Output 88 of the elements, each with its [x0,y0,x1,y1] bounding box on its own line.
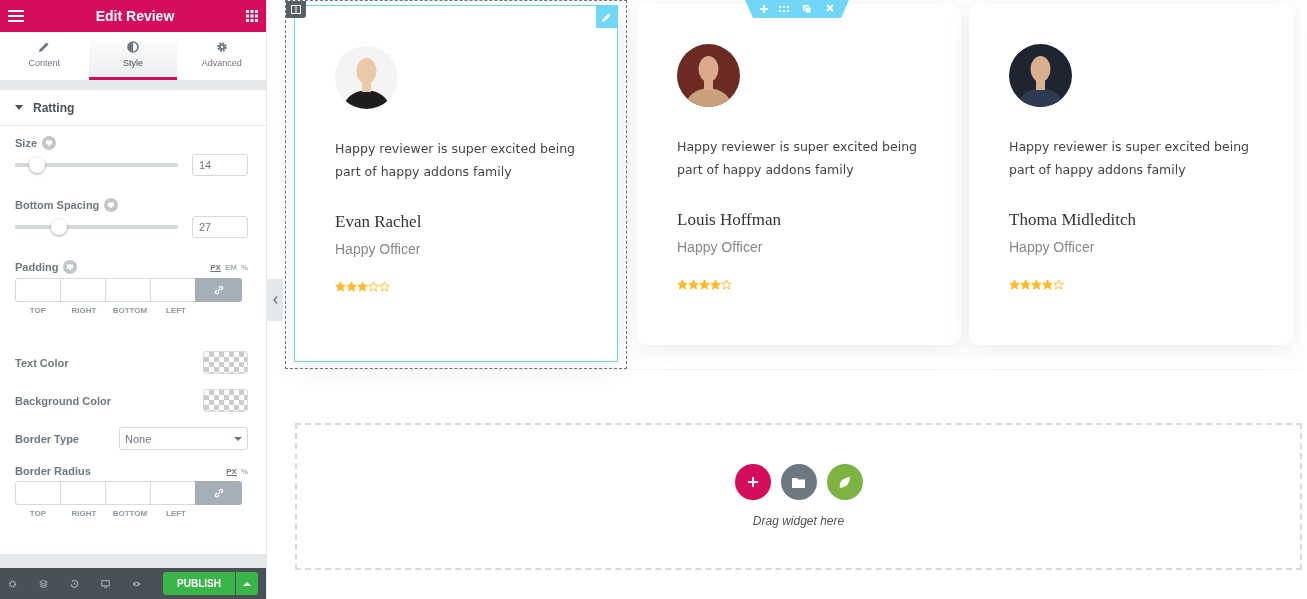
dimension-field[interactable] [105,278,151,302]
filled-star-icon [677,279,688,290]
dimension-field[interactable] [15,481,61,505]
color-swatch[interactable] [203,351,248,374]
filled-star-icon [688,279,699,290]
caret-icon [234,436,242,441]
drop-hint: Drag widget here [752,514,845,529]
chevron-left-icon [272,295,278,304]
filled-star-icon [1009,279,1020,290]
dimension-field[interactable] [105,481,151,505]
link-button[interactable] [195,278,242,302]
link-button[interactable] [195,481,242,505]
review-text: Happy reviewer is super excited being part of happy addons family [677,138,919,179]
empty-star-icon [379,281,390,292]
number-field[interactable]: 14 [192,154,248,176]
filled-star-icon [1042,279,1053,290]
slider-thumb[interactable] [51,219,67,235]
review-text: Happy reviewer is super excited being part of happy addons family [1009,138,1251,179]
gear-icon [215,41,228,53]
control-label: Text Color [15,356,69,369]
filled-star-icon [699,279,710,290]
filled-star-icon [1031,279,1042,290]
dimension-field[interactable] [60,481,106,505]
plus-icon [746,476,759,489]
side-label: BOTTOM [111,509,149,518]
filled-star-icon [346,281,357,292]
side-label: LEFT [165,306,187,315]
control-label: Border Type [15,432,79,445]
control-label: Size [15,137,37,149]
color-swatch[interactable] [203,389,248,412]
reviewer-role: Happy Officer [335,241,422,257]
link-icon [213,488,224,498]
leaf-icon [838,476,851,489]
desktop-icon[interactable] [104,198,119,212]
folder-icon [792,477,805,488]
filled-star-icon [357,281,368,292]
unit-option[interactable]: PX [226,466,237,476]
template-library-button[interactable] [780,464,817,501]
reviewer-name: Thoma Midleditch [1009,210,1137,230]
edit-widget-button[interactable] [596,6,617,28]
dimension-field[interactable] [60,278,106,302]
dimension-field[interactable] [150,278,196,302]
select-field[interactable]: None [119,427,248,450]
side-label: LEFT [165,509,187,518]
menu-icon[interactable] [8,10,24,22]
side-label: TOP [28,306,48,315]
control-label: Background Color [15,394,111,407]
filled-star-icon [335,281,346,292]
side-label: BOTTOM [111,306,149,315]
section-toolbar[interactable] [745,0,849,18]
addons-button[interactable] [826,464,863,501]
reviewer-role: Happy Officer [677,239,764,255]
collapse-handle[interactable] [267,278,283,321]
publish-button[interactable]: PUBLISH [163,572,235,595]
filled-star-icon [1020,279,1031,290]
add-section-button[interactable] [734,464,771,501]
publish-options-button[interactable] [236,572,258,595]
reviewer-name: Evan Rachel [335,212,423,232]
dimension-field[interactable] [15,278,61,302]
desktop-icon[interactable] [101,577,110,590]
section-header[interactable]: Ratting [0,90,266,126]
reviewer-name: Louis Hoffman [677,210,783,230]
dimension-field[interactable] [150,481,196,505]
review-text: Happy reviewer is super excited being part of happy addons family [335,140,577,181]
desktop-icon[interactable] [63,260,78,274]
layers-icon[interactable] [39,577,48,590]
side-label: TOP [28,509,48,518]
caret-icon [243,581,251,586]
contrast-icon [127,41,139,53]
pencil-icon [38,41,51,53]
reviewer-role: Happy Officer [1009,239,1096,255]
columns-icon [291,5,301,14]
history-icon[interactable] [70,577,79,590]
control-label: Border Radius [15,465,91,477]
side-label: RIGHT [70,509,98,518]
slider-thumb[interactable] [29,157,45,173]
grid-icon[interactable] [246,10,258,22]
unit-option[interactable]: PX [210,262,221,272]
link-icon [213,285,224,295]
number-field[interactable]: 27 [192,216,248,238]
pencil-icon [601,11,612,23]
column-handle[interactable] [286,1,306,18]
control-label: Bottom Spacing [15,199,100,211]
side-label: RIGHT [70,306,98,315]
panel-title: Edit Review [95,8,175,24]
filled-star-icon [710,279,721,290]
control-label: Padding [15,261,59,273]
desktop-icon[interactable] [42,136,56,150]
